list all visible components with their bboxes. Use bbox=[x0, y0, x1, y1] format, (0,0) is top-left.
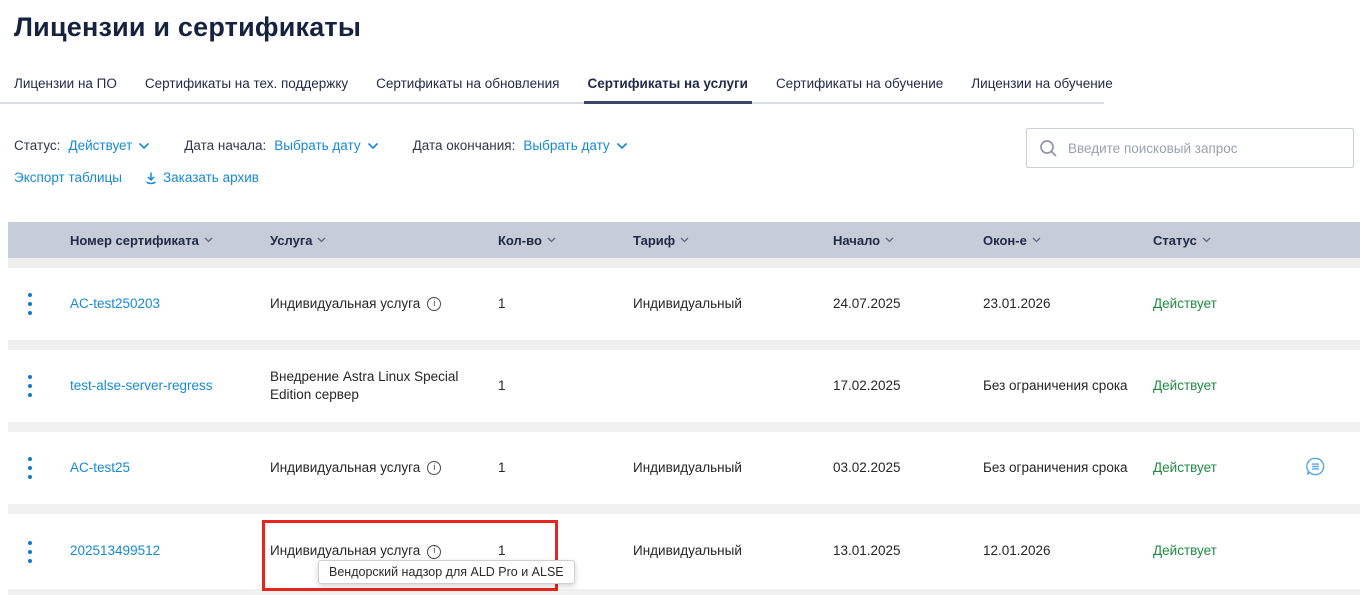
quantity-value: 1 bbox=[498, 459, 633, 477]
filter-zone: Статус: Действует Дата начала: Выбрать д… bbox=[14, 128, 1354, 222]
service-name: Индивидуальная услуга bbox=[270, 543, 420, 558]
table-row: AC-test250203 Индивидуальная услуга i 1 И… bbox=[8, 268, 1360, 340]
info-icon[interactable]: i bbox=[427, 297, 441, 311]
end-date-value: Без ограничения срока bbox=[983, 459, 1153, 477]
tab-licenses-software[interactable]: Лицензии на ПО bbox=[14, 76, 117, 102]
quantity-value: 1 bbox=[498, 542, 633, 560]
tab-bar: Лицензии на ПО Сертификаты на тех. подде… bbox=[0, 76, 1104, 104]
order-archive-link[interactable]: Заказать архив bbox=[144, 170, 259, 185]
end-date-filter-dropdown[interactable]: Выбрать дату bbox=[523, 138, 627, 153]
row-menu-button[interactable] bbox=[22, 532, 38, 571]
start-date-filter: Дата начала: Выбрать дату bbox=[184, 138, 378, 153]
search-box bbox=[1026, 128, 1354, 168]
table-row: AC-test25 Индивидуальная услуга i 1 Индив… bbox=[8, 432, 1360, 504]
tariff-value: Индивидуальный bbox=[633, 459, 833, 477]
licenses-page: Лицензии и сертификаты Лицензии на ПО Се… bbox=[0, 0, 1368, 595]
tariff-value: Индивидуальный bbox=[633, 542, 833, 560]
certificate-number-link[interactable]: AC-test25 bbox=[70, 460, 130, 475]
tab-certificates-training[interactable]: Сертификаты на обучение bbox=[776, 76, 943, 102]
page-title: Лицензии и сертификаты bbox=[14, 12, 1368, 43]
quantity-value: 1 bbox=[498, 295, 633, 313]
tab-licenses-training[interactable]: Лицензии на обучение bbox=[971, 76, 1112, 102]
order-archive-label: Заказать архив bbox=[163, 170, 259, 185]
tab-certificates-support[interactable]: Сертификаты на тех. поддержку bbox=[145, 76, 348, 102]
status-filter: Статус: Действует bbox=[14, 138, 150, 153]
comment-icon[interactable] bbox=[1304, 455, 1327, 481]
info-icon[interactable]: i bbox=[427, 545, 441, 559]
header-status[interactable]: Статус bbox=[1153, 233, 1288, 248]
service-name: Индивидуальная услуга bbox=[270, 460, 420, 475]
header-start[interactable]: Начало bbox=[833, 233, 983, 248]
download-icon bbox=[144, 171, 158, 185]
row-menu-button[interactable] bbox=[22, 449, 38, 488]
table-row-highlighted: 202513499512 Индивидуальная услуга i 1 Ин… bbox=[8, 514, 1360, 589]
start-date-value: 03.02.2025 bbox=[833, 459, 983, 477]
certificate-number-link[interactable]: 202513499512 bbox=[70, 543, 160, 558]
certificate-number-link[interactable]: AC-test250203 bbox=[70, 296, 160, 311]
status-filter-label: Статус: bbox=[14, 138, 60, 153]
table-header-row: Номер сертификата Услуга Кол-во Тариф На… bbox=[8, 222, 1360, 258]
certificate-number-link[interactable]: test-alse-server-regress bbox=[70, 378, 213, 393]
chevron-down-icon bbox=[367, 142, 379, 150]
sort-chevron-icon bbox=[1202, 237, 1211, 243]
status-badge: Действует bbox=[1153, 377, 1288, 395]
start-date-value: 24.07.2025 bbox=[833, 295, 983, 313]
chevron-down-icon bbox=[138, 142, 150, 150]
end-date-filter-label: Дата окончания: bbox=[413, 138, 516, 153]
status-badge: Действует bbox=[1153, 459, 1288, 477]
quantity-value: 1 bbox=[498, 377, 633, 395]
table-actions: Экспорт таблицы Заказать архив bbox=[14, 170, 1354, 185]
status-badge: Действует bbox=[1153, 542, 1288, 560]
sort-chevron-icon bbox=[317, 237, 326, 243]
sort-chevron-icon bbox=[885, 237, 894, 243]
table-row: test-alse-server-regress Внедрение Astra… bbox=[8, 350, 1360, 422]
start-date-filter-label: Дата начала: bbox=[184, 138, 266, 153]
sort-chevron-icon bbox=[1032, 237, 1041, 243]
end-date-value: 23.01.2026 bbox=[983, 295, 1153, 313]
info-icon[interactable]: i bbox=[427, 461, 441, 475]
start-date-value: 13.01.2025 bbox=[833, 542, 983, 560]
end-date-filter-value: Выбрать дату bbox=[523, 138, 609, 153]
row-menu-button[interactable] bbox=[22, 285, 38, 324]
search-icon bbox=[1039, 139, 1058, 158]
end-date-value: Без ограничения срока bbox=[983, 377, 1153, 395]
header-certificate-number[interactable]: Номер сертификата bbox=[70, 233, 270, 248]
sort-chevron-icon bbox=[547, 237, 556, 243]
header-service[interactable]: Услуга bbox=[270, 233, 498, 248]
end-date-filter: Дата окончания: Выбрать дату bbox=[413, 138, 628, 153]
tab-certificates-updates[interactable]: Сертификаты на обновления bbox=[376, 76, 559, 102]
header-quantity[interactable]: Кол-во bbox=[498, 233, 633, 248]
service-tooltip: Вендорский надзор для ALD Pro и ALSE bbox=[318, 560, 575, 584]
sort-chevron-icon bbox=[680, 237, 689, 243]
certificates-table: Номер сертификата Услуга Кол-во Тариф На… bbox=[8, 222, 1360, 595]
service-name: Внедрение Astra Linux Special Edition се… bbox=[270, 369, 458, 402]
status-filter-value: Действует bbox=[68, 138, 132, 153]
header-end[interactable]: Окон-е bbox=[983, 233, 1153, 248]
status-filter-dropdown[interactable]: Действует bbox=[68, 138, 150, 153]
header-tariff[interactable]: Тариф bbox=[633, 233, 833, 248]
export-table-link[interactable]: Экспорт таблицы bbox=[14, 170, 122, 185]
search-input[interactable] bbox=[1068, 141, 1341, 156]
tariff-value: Индивидуальный bbox=[633, 295, 833, 313]
chevron-down-icon bbox=[616, 142, 628, 150]
row-menu-button[interactable] bbox=[22, 367, 38, 406]
end-date-value: 12.01.2026 bbox=[983, 542, 1153, 560]
status-badge: Действует bbox=[1153, 295, 1288, 313]
tab-certificates-services[interactable]: Сертификаты на услуги bbox=[588, 76, 748, 102]
start-date-filter-dropdown[interactable]: Выбрать дату bbox=[274, 138, 378, 153]
start-date-filter-value: Выбрать дату bbox=[274, 138, 360, 153]
sort-chevron-icon bbox=[204, 237, 213, 243]
start-date-value: 17.02.2025 bbox=[833, 377, 983, 395]
service-name: Индивидуальная услуга bbox=[270, 296, 420, 311]
